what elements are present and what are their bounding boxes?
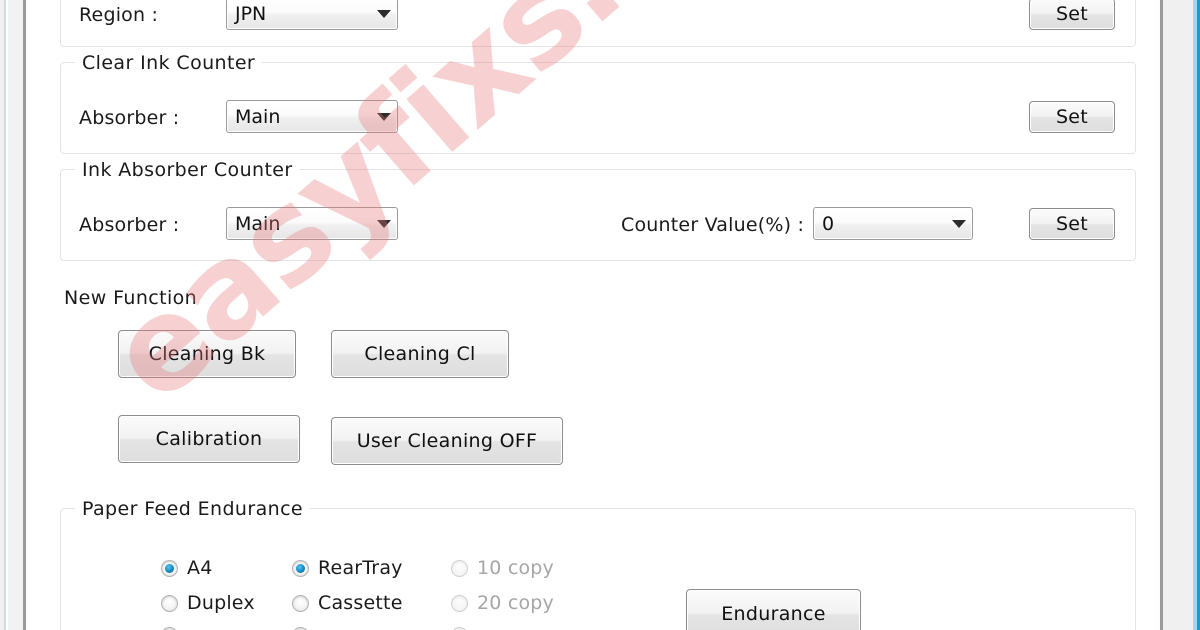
user-cleaning-off-button[interactable]: User Cleaning OFF — [331, 417, 563, 465]
radio-dot-icon — [161, 559, 178, 577]
radio-dot-icon — [451, 594, 468, 612]
region-groupbox: Region : JPN Set — [60, 0, 1136, 47]
ink-absorber-dropdown-value: Main — [235, 212, 281, 235]
counter-value-label: Counter Value(%) : — [621, 214, 805, 236]
radio-source-cassette[interactable]: Cassette — [292, 592, 403, 614]
cleaning-bk-button[interactable]: Cleaning Bk — [118, 330, 296, 378]
application-window: Region : JPN Set Clear Ink Counter Absor… — [0, 0, 1200, 630]
clear-ink-absorber-label: Absorber : — [79, 107, 180, 129]
radio-paper-duplex[interactable]: Duplex — [161, 592, 255, 614]
chevron-down-icon — [371, 220, 397, 228]
radio-dot-icon — [292, 559, 309, 577]
radio-source-reartray-label: RearTray — [318, 557, 403, 579]
region-dropdown[interactable]: JPN — [226, 0, 398, 30]
radio-paper-a4[interactable]: A4 — [161, 557, 213, 579]
dialog-client-area: Region : JPN Set Clear Ink Counter Absor… — [28, 0, 1144, 630]
clear-ink-absorber-dropdown[interactable]: Main — [226, 100, 398, 133]
radio-copy-20-label: 20 copy — [477, 592, 554, 614]
calibration-button[interactable]: Calibration — [118, 415, 300, 463]
radio-source-reartray[interactable]: RearTray — [292, 557, 403, 579]
ink-absorber-counter-groupbox: Ink Absorber Counter Absorber : Main Cou… — [60, 159, 1136, 261]
radio-copy-20[interactable]: 20 copy — [451, 592, 554, 614]
ink-absorber-counter-set-button[interactable]: Set — [1029, 208, 1115, 240]
clear-ink-counter-set-button[interactable]: Set — [1029, 101, 1115, 133]
window-frame-right-fill — [1163, 0, 1193, 630]
radio-copy-10[interactable]: 10 copy — [451, 557, 554, 579]
radio-dot-icon — [292, 594, 309, 612]
counter-value-dropdown-value: 0 — [822, 212, 835, 235]
region-label: Region : — [79, 4, 159, 26]
cleaning-cl-button[interactable]: Cleaning Cl — [331, 330, 509, 378]
ink-absorber-label: Absorber : — [79, 214, 180, 236]
region-dropdown-value: JPN — [235, 2, 267, 25]
paper-feed-endurance-title: Paper Feed Endurance — [75, 498, 310, 520]
clear-ink-absorber-dropdown-value: Main — [235, 105, 281, 128]
endurance-button[interactable]: Endurance — [686, 589, 861, 630]
radio-dot-icon — [451, 559, 468, 577]
clear-ink-counter-title: Clear Ink Counter — [75, 52, 263, 74]
region-set-button[interactable]: Set — [1029, 0, 1115, 30]
radio-copy-10-label: 10 copy — [477, 557, 554, 579]
clear-ink-counter-groupbox: Clear Ink Counter Absorber : Main Set — [60, 52, 1136, 154]
radio-dot-icon — [161, 594, 178, 612]
radio-source-cassette-label: Cassette — [318, 592, 403, 614]
chevron-down-icon — [371, 10, 397, 18]
ink-absorber-counter-title: Ink Absorber Counter — [75, 159, 300, 181]
radio-paper-duplex-label: Duplex — [187, 592, 255, 614]
radio-paper-a4-label: A4 — [187, 557, 213, 579]
window-frame-left-fill — [8, 0, 23, 630]
new-function-title: New Function — [64, 287, 198, 309]
chevron-down-icon — [946, 220, 972, 228]
counter-value-dropdown[interactable]: 0 — [813, 207, 973, 240]
paper-feed-endurance-groupbox: Paper Feed Endurance A4 Duplex RearTray — [60, 498, 1136, 630]
ink-absorber-dropdown[interactable]: Main — [226, 207, 398, 240]
chevron-down-icon — [371, 113, 397, 121]
